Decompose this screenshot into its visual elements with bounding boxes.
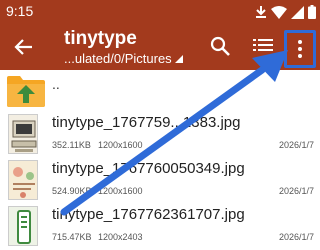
status-bar: 9:15 (0, 0, 320, 24)
cellular-icon (291, 5, 304, 19)
status-time: 9:15 (6, 3, 34, 19)
file-date: 2026/1/7 (278, 140, 314, 150)
wifi-icon (271, 5, 287, 19)
list-view-button[interactable] (252, 36, 276, 60)
file-date: 2026/1/7 (278, 186, 314, 196)
file-size: 352.11KB (52, 140, 91, 150)
file-name: tinytype_1767762361707.jpg (52, 206, 245, 223)
file-resolution: 1200x2403 (98, 232, 143, 242)
path-label: ...ulated/0/Pictures (64, 51, 172, 66)
file-name: tinytype_1767759...1383.jpg (52, 114, 241, 131)
download-icon (256, 6, 266, 18)
file-row[interactable]: tinytype_1767759...1383.jpg 352.11KB 120… (0, 114, 320, 160)
file-thumbnail (8, 114, 38, 154)
file-row[interactable]: tinytype_1767760050349.jpg 524.90KB 1200… (0, 160, 320, 206)
search-icon (210, 36, 230, 56)
parent-folder-row[interactable]: .. (0, 72, 320, 112)
search-button[interactable] (209, 35, 233, 59)
folder-up-icon (7, 76, 45, 107)
battery-icon (308, 5, 316, 19)
path-dropdown[interactable]: ...ulated/0/Pictures (64, 51, 183, 66)
dropdown-triangle-icon (174, 54, 183, 63)
file-thumbnail (8, 160, 38, 200)
back-arrow-icon (14, 39, 32, 55)
file-name: tinytype_1767760050349.jpg (52, 160, 245, 177)
toolbar: tinytype ...ulated/0/Pictures (0, 24, 320, 70)
file-resolution: 1200x1600 (98, 186, 143, 196)
back-button[interactable] (10, 33, 38, 61)
parent-folder-label: .. (52, 76, 60, 92)
status-icons (255, 5, 316, 19)
file-thumbnail (8, 206, 38, 246)
page-title: tinytype (64, 28, 137, 49)
more-vert-icon (298, 40, 302, 44)
file-row[interactable]: tinytype_1767762361707.jpg 715.47KB 1200… (0, 206, 320, 250)
file-resolution: 1200x1600 (98, 140, 143, 150)
file-date: 2026/1/7 (278, 232, 314, 242)
list-view-icon (253, 39, 273, 51)
file-size: 715.47KB (52, 232, 92, 242)
file-size: 524.90KB (52, 186, 92, 196)
more-options-button[interactable] (284, 30, 316, 68)
